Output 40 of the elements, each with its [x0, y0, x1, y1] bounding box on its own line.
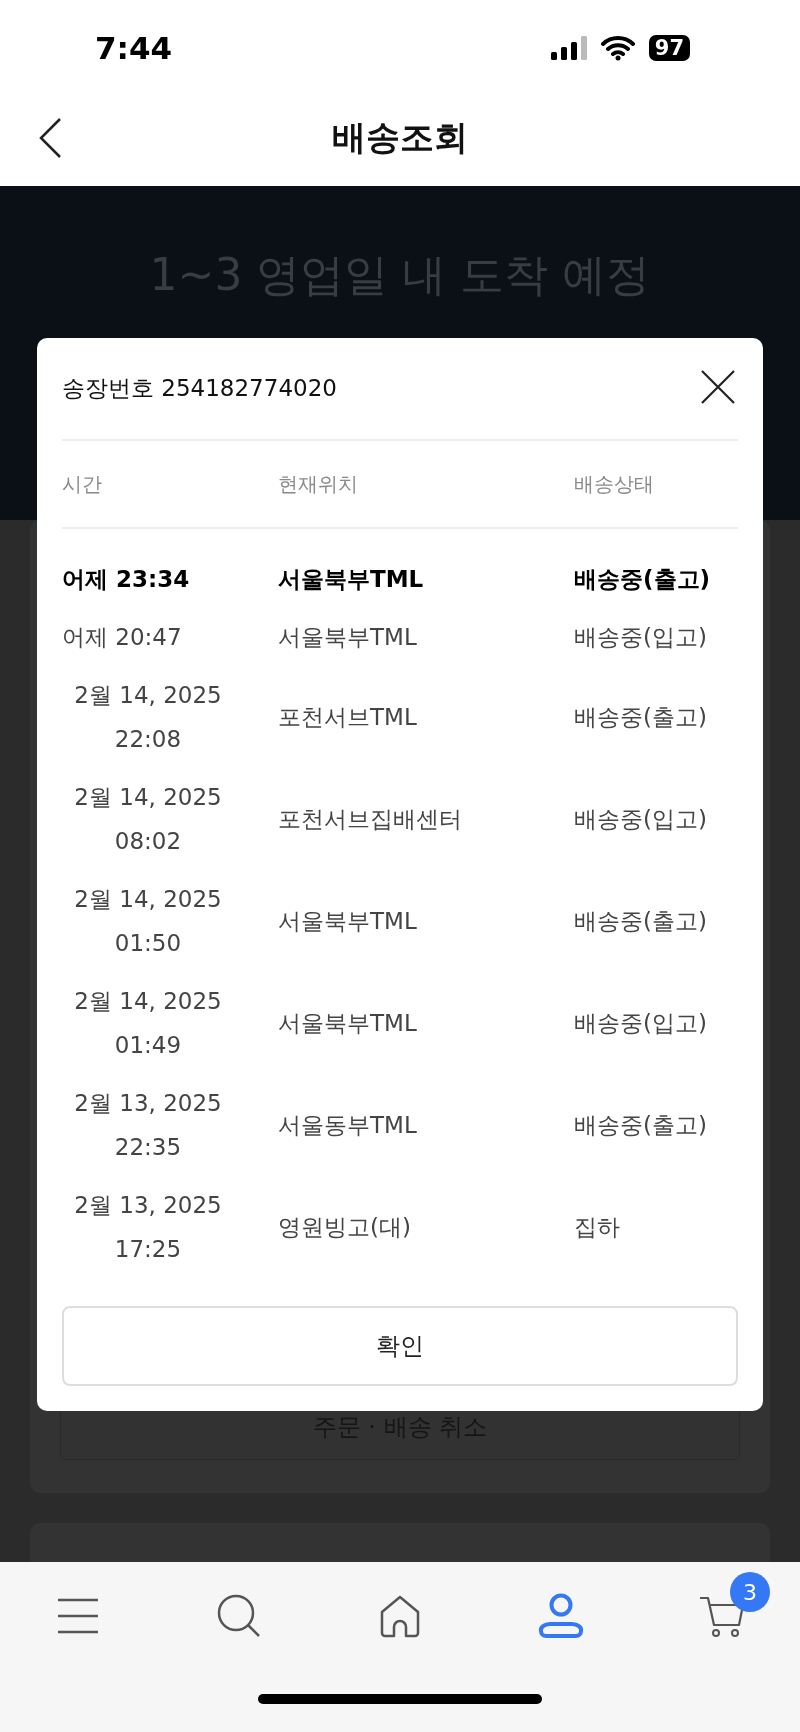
battery-indicator: 97 [648, 35, 690, 61]
time-cell-text: 2월 14, 2025 22:08 [73, 681, 223, 754]
signal-icon [550, 36, 587, 60]
location-cell-text: 서울북부TML [278, 907, 417, 936]
cart-icon [699, 1595, 745, 1637]
location-cell-text: 서울북부TML [278, 1009, 417, 1038]
location-cell-text: 포천서브집배센터 [278, 805, 462, 834]
time-cell-text: 어제 20:47 [62, 623, 182, 652]
status-cell-text: 배송중(출고) [574, 703, 707, 732]
status-cell-text: 배송중(출고) [574, 907, 707, 936]
location-cell-text: 영원빙고(대) [278, 1213, 411, 1242]
confirm-button[interactable]: 확인 [62, 1306, 738, 1386]
time-cell-text: 2월 13, 2025 17:25 [73, 1191, 223, 1264]
time-cell-text: 2월 14, 2025 01:50 [73, 885, 223, 958]
time-cell-text: 2월 14, 2025 01:49 [73, 987, 223, 1060]
time-cell-text: 2월 13, 2025 22:35 [73, 1089, 223, 1162]
status-cell-text: 배송중(출고) [574, 565, 711, 594]
time-cell-text: 2월 14, 2025 08:02 [73, 783, 223, 856]
status-cell-text: 배송중(입고) [574, 1009, 707, 1038]
wifi-icon [600, 35, 635, 61]
status-cell-text: 배송중(입고) [574, 623, 707, 652]
status-time: 7:44 [95, 29, 173, 66]
search-icon [217, 1594, 261, 1638]
column-header: 시간 [62, 470, 102, 498]
status-cell-text: 배송중(출고) [574, 1111, 707, 1140]
status-cell-text: 배송중(입고) [574, 805, 707, 834]
status-cell-text: 집하 [574, 1213, 620, 1242]
location-cell-text: 서울동부TML [278, 1111, 417, 1140]
home-icon [379, 1594, 421, 1638]
location-cell-text: 서울북부TML [278, 623, 417, 652]
location-cell-text: 서울북부TML [278, 565, 424, 594]
column-header: 배송상태 [574, 470, 654, 498]
dialog-title: 송장번호 254182774020 [62, 374, 337, 403]
menu-icon [56, 1598, 100, 1634]
cart-count-badge: 3 [730, 1572, 770, 1612]
time-cell-text: 어제 23:34 [62, 565, 190, 594]
column-header: 현재위치 [278, 470, 358, 498]
person-icon [537, 1593, 585, 1639]
location-cell-text: 포천서브TML [278, 703, 417, 732]
page-title: 배송조회 [332, 116, 468, 159]
